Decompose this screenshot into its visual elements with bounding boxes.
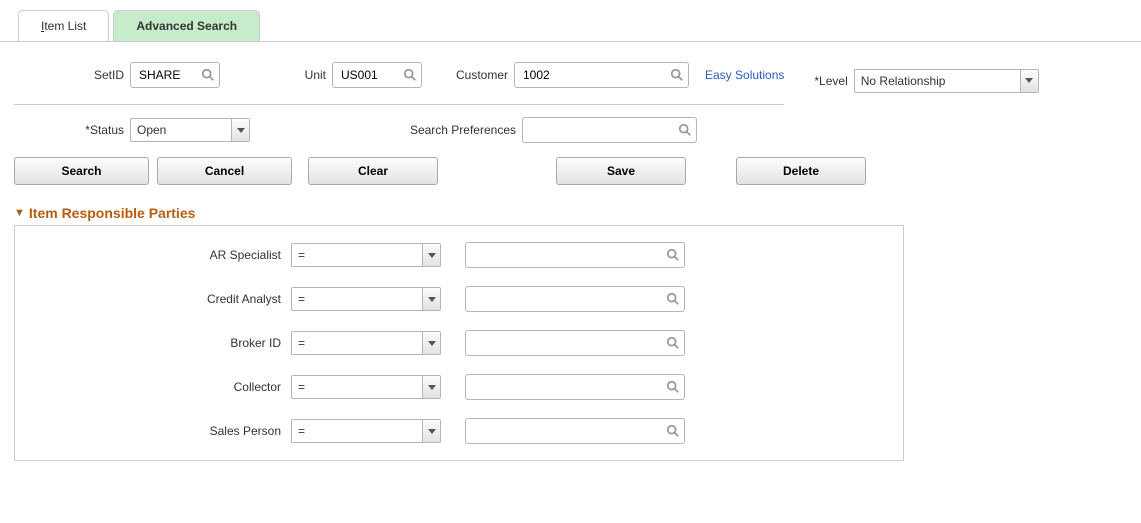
customer-input[interactable] xyxy=(519,68,670,82)
tab-bar: Item Listdocument.currentScript.previous… xyxy=(0,0,1141,42)
search-pref-input[interactable] xyxy=(527,123,678,137)
criteria-row-1: SetID Unit Customer Easy Solutions xyxy=(14,56,784,105)
sales-person-value[interactable] xyxy=(470,424,666,438)
search-icon[interactable] xyxy=(666,380,680,394)
unit-input-group xyxy=(332,62,422,88)
section-toggle[interactable]: ▼ Item Responsible Parties xyxy=(14,205,1116,221)
collector-value[interactable] xyxy=(470,380,666,394)
status-label: *Status xyxy=(14,123,124,137)
easy-solutions-link[interactable]: Easy Solutions xyxy=(705,68,784,82)
search-pref-label: Search Preferences xyxy=(256,123,516,137)
party-row: Sales Person = xyxy=(31,418,887,444)
search-icon[interactable] xyxy=(666,248,680,262)
unit-input[interactable] xyxy=(337,68,403,82)
triangle-down-icon: ▼ xyxy=(14,207,25,219)
setid-label: SetID xyxy=(14,68,124,82)
setid-input[interactable] xyxy=(135,68,201,82)
collector-value-group xyxy=(465,374,685,400)
broker-id-value[interactable] xyxy=(470,336,666,350)
party-row: AR Specialist = xyxy=(31,242,887,268)
search-icon[interactable] xyxy=(201,68,215,82)
party-row: Collector = xyxy=(31,374,887,400)
ar-specialist-label: AR Specialist xyxy=(31,248,291,262)
collector-op[interactable]: = xyxy=(291,375,441,399)
search-icon[interactable] xyxy=(403,68,417,82)
chevron-down-icon[interactable] xyxy=(422,244,440,266)
save-button[interactable]: Save xyxy=(556,157,686,185)
chevron-down-icon[interactable] xyxy=(422,376,440,398)
level-label: *Level xyxy=(814,74,847,88)
broker-id-op[interactable]: = xyxy=(291,331,441,355)
customer-label: Customer xyxy=(428,68,508,82)
party-row: Credit Analyst = xyxy=(31,286,887,312)
setid-input-group xyxy=(130,62,220,88)
tab-item-list[interactable]: Item Listdocument.currentScript.previous… xyxy=(18,10,109,41)
unit-label: Unit xyxy=(226,68,326,82)
criteria-row-2: *Status Open Search Preferences xyxy=(14,105,1116,153)
status-value: Open xyxy=(131,123,231,137)
credit-analyst-label: Credit Analyst xyxy=(31,292,291,306)
party-row: Broker ID = xyxy=(31,330,887,356)
responsible-parties-box: AR Specialist = Credit Analyst = Broker xyxy=(14,225,904,461)
chevron-down-icon[interactable] xyxy=(422,420,440,442)
credit-analyst-op[interactable]: = xyxy=(291,287,441,311)
status-dropdown[interactable]: Open xyxy=(130,118,250,142)
search-icon[interactable] xyxy=(666,424,680,438)
button-row: Search Cancel Clear Save Delete xyxy=(14,153,1116,205)
sales-person-label: Sales Person xyxy=(31,424,291,438)
customer-input-group xyxy=(514,62,689,88)
clear-button[interactable]: Clear xyxy=(308,157,438,185)
sales-person-op[interactable]: = xyxy=(291,419,441,443)
search-button[interactable]: Search xyxy=(14,157,149,185)
broker-id-label: Broker ID xyxy=(31,336,291,350)
chevron-down-icon[interactable] xyxy=(422,288,440,310)
chevron-down-icon[interactable] xyxy=(422,332,440,354)
credit-analyst-value[interactable] xyxy=(470,292,666,306)
level-dropdown[interactable]: No Relationship xyxy=(854,69,1039,93)
section-title: Item Responsible Parties xyxy=(29,205,196,221)
search-icon[interactable] xyxy=(678,123,692,137)
ar-specialist-value-group xyxy=(465,242,685,268)
search-icon[interactable] xyxy=(666,292,680,306)
credit-analyst-value-group xyxy=(465,286,685,312)
chevron-down-icon[interactable] xyxy=(1020,70,1038,92)
broker-id-value-group xyxy=(465,330,685,356)
collector-label: Collector xyxy=(31,380,291,394)
search-icon[interactable] xyxy=(666,336,680,350)
delete-button[interactable]: Delete xyxy=(736,157,866,185)
level-value: No Relationship xyxy=(855,74,1020,88)
cancel-button[interactable]: Cancel xyxy=(157,157,292,185)
chevron-down-icon[interactable] xyxy=(231,119,249,141)
ar-specialist-op[interactable]: = xyxy=(291,243,441,267)
search-icon[interactable] xyxy=(670,68,684,82)
ar-specialist-value[interactable] xyxy=(470,248,666,262)
search-pref-input-group xyxy=(522,117,697,143)
tab-advanced-search[interactable]: Advanced Search xyxy=(113,10,260,41)
sales-person-value-group xyxy=(465,418,685,444)
